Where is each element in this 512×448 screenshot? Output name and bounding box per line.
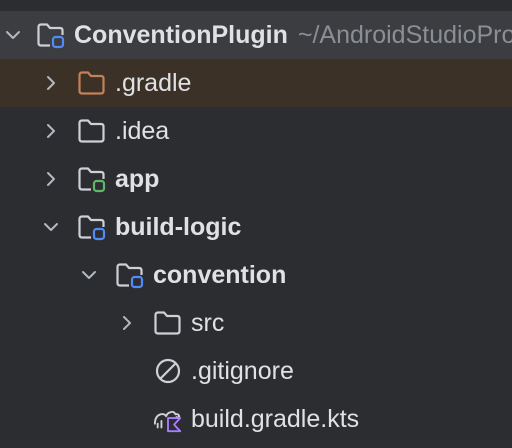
chevron-right-icon[interactable] bbox=[41, 73, 61, 93]
tree-row-project-root[interactable]: ConventionPlugin ~/AndroidStudioProjects… bbox=[0, 11, 512, 59]
chevron-right-icon[interactable] bbox=[41, 121, 61, 141]
module-folder-icon bbox=[77, 164, 107, 194]
tree-row-build-gradle-kts[interactable]: build.gradle.kts bbox=[0, 395, 512, 443]
folder-icon bbox=[77, 116, 107, 146]
item-label-src: src bbox=[191, 309, 225, 337]
folder-icon bbox=[153, 308, 183, 338]
tree-row-convention[interactable]: convention bbox=[0, 251, 512, 299]
module-folder-icon bbox=[115, 260, 145, 290]
chevron-down-icon[interactable] bbox=[3, 25, 23, 45]
tree-row-gitignore[interactable]: .gitignore bbox=[0, 347, 512, 395]
item-label-build-logic: build-logic bbox=[115, 213, 242, 241]
chevron-right-icon[interactable] bbox=[41, 169, 61, 189]
item-label-gradle: .gradle bbox=[115, 69, 192, 97]
tree-row-app[interactable]: app bbox=[0, 155, 512, 203]
folder-icon bbox=[77, 68, 107, 98]
gradle-kotlin-icon bbox=[153, 404, 183, 434]
chevron-down-icon[interactable] bbox=[41, 217, 61, 237]
project-path: ~/AndroidStudioProjects/ConventionPlugin bbox=[297, 21, 512, 49]
chevron-down-icon[interactable] bbox=[79, 265, 99, 285]
item-label-convention: convention bbox=[153, 261, 287, 289]
tree-row-idea[interactable]: .idea bbox=[0, 107, 512, 155]
item-label-app: app bbox=[115, 165, 160, 193]
project-tree: ConventionPlugin ~/AndroidStudioProjects… bbox=[0, 0, 512, 448]
module-folder-icon bbox=[36, 20, 66, 50]
tree-row-build-logic[interactable]: build-logic bbox=[0, 203, 512, 251]
tree-row-src[interactable]: src bbox=[0, 299, 512, 347]
tree-row-gradle[interactable]: .gradle bbox=[0, 59, 512, 107]
item-label-build-gradle-kts: build.gradle.kts bbox=[191, 405, 360, 433]
project-name: ConventionPlugin bbox=[74, 21, 288, 49]
item-label-gitignore: .gitignore bbox=[191, 357, 294, 385]
module-folder-icon bbox=[77, 212, 107, 242]
item-label-idea: .idea bbox=[115, 117, 170, 145]
chevron-right-icon[interactable] bbox=[117, 313, 137, 333]
ignored-file-icon bbox=[153, 356, 183, 386]
